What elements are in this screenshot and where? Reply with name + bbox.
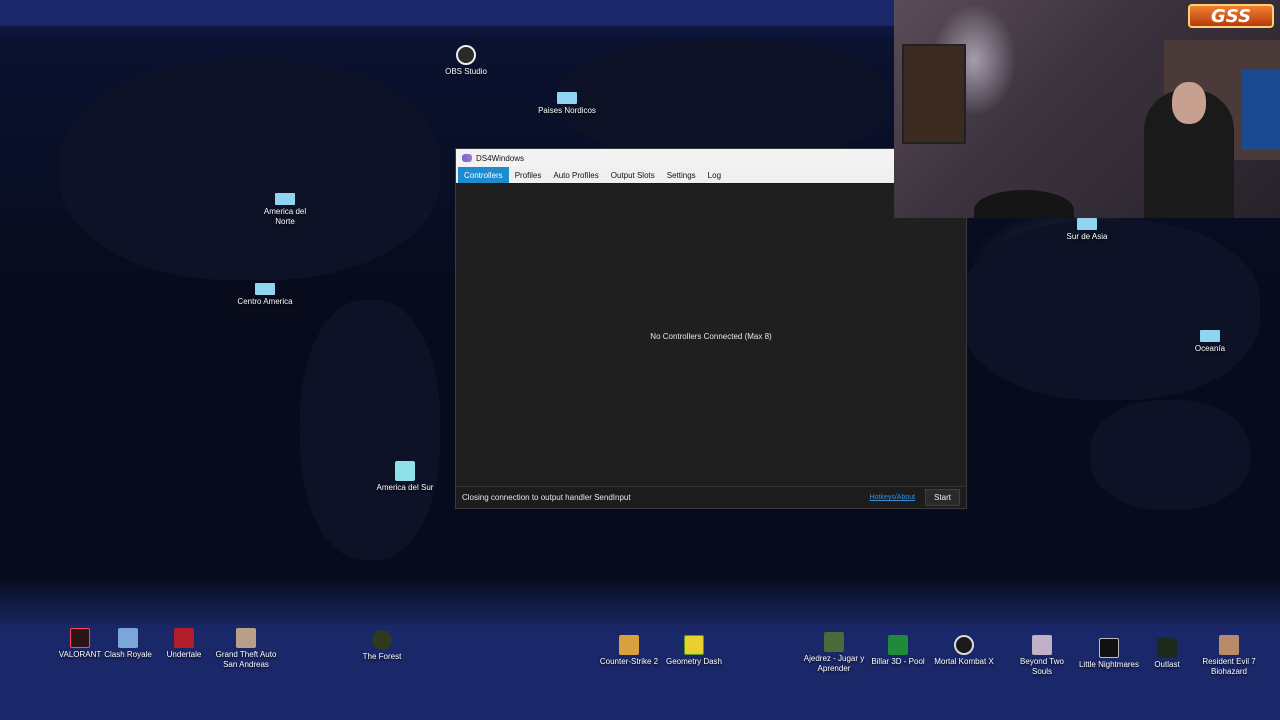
desktop-icon-america-norte[interactable]: America del Norte: [243, 187, 327, 227]
folder-icon: [1200, 330, 1220, 342]
start-button[interactable]: Start: [925, 489, 960, 506]
chair: [974, 190, 1074, 218]
chess-icon: [824, 632, 844, 652]
tab-settings[interactable]: Settings: [661, 167, 702, 183]
desktop-icon-the-forest[interactable]: The Forest: [340, 630, 424, 662]
forest-icon: [372, 630, 392, 650]
mortal-kombat-icon: [954, 635, 974, 655]
folder-icon: [275, 193, 295, 205]
tab-output-slots[interactable]: Output Slots: [605, 167, 661, 183]
desktop-icon-geometry-dash[interactable]: Geometry Dash: [652, 635, 736, 667]
status-bar: Closing connection to output handler Sen…: [456, 486, 966, 508]
resident-evil-icon: [1219, 635, 1239, 655]
hotkeys-about-link[interactable]: Hotkeys/About: [870, 494, 916, 501]
empty-state-message: No Controllers Connected (Max 8): [650, 332, 772, 341]
tab-log[interactable]: Log: [702, 167, 727, 183]
outlast-icon: [1157, 638, 1177, 658]
desktop-icon-america-sur[interactable]: America del Sur: [363, 461, 447, 493]
tab-auto-profiles[interactable]: Auto Profiles: [547, 167, 604, 183]
desktop-icon-oceania[interactable]: Oceanía: [1168, 324, 1252, 354]
tab-controllers[interactable]: Controllers: [458, 167, 509, 183]
ds4windows-window: DS4Windows Controllers Profiles Auto Pro…: [455, 148, 967, 509]
folder-icon: [557, 92, 577, 104]
status-text: Closing connection to output handler Sen…: [462, 493, 631, 502]
channel-logo: GSS: [1188, 4, 1274, 28]
desktop-icon-gta-sa[interactable]: Grand Theft Auto San Andreas: [204, 628, 288, 670]
heart-icon: [174, 628, 194, 648]
file-icon: [395, 461, 415, 481]
controller-icon: [462, 154, 472, 162]
controllers-panel: No Controllers Connected (Max 8): [456, 185, 966, 488]
person-face: [1172, 82, 1206, 124]
wall-poster: [902, 44, 966, 144]
billiards-icon: [888, 635, 908, 655]
window-titlebar[interactable]: DS4Windows: [456, 149, 966, 167]
desktop-icon-centro-america[interactable]: Centro America: [223, 277, 307, 307]
little-nightmares-icon: [1099, 638, 1119, 658]
gta-icon: [236, 628, 256, 648]
geometry-dash-icon: [684, 635, 704, 655]
counter-strike-icon: [619, 635, 639, 655]
monitor: [1242, 70, 1280, 150]
tab-bar: Controllers Profiles Auto Profiles Outpu…: [456, 167, 966, 184]
tab-profiles[interactable]: Profiles: [509, 167, 548, 183]
window-title: DS4Windows: [476, 153, 525, 163]
beyond-icon: [1032, 635, 1052, 655]
obs-icon: [456, 45, 476, 65]
desktop-icon-paises-nordicos[interactable]: Paises Nordicos: [525, 86, 609, 116]
desktop-icon-resident-evil-7[interactable]: Resident Evil 7 Biohazard: [1187, 635, 1271, 677]
desktop-icon-obs[interactable]: OBS Studio: [424, 45, 508, 77]
folder-icon: [1077, 218, 1097, 230]
folder-icon: [255, 283, 275, 295]
clash-royale-icon: [118, 628, 138, 648]
webcam-overlay: GSS: [894, 0, 1280, 218]
desktop-icon-mortal-kombat[interactable]: Mortal Kombat X: [922, 635, 1006, 667]
